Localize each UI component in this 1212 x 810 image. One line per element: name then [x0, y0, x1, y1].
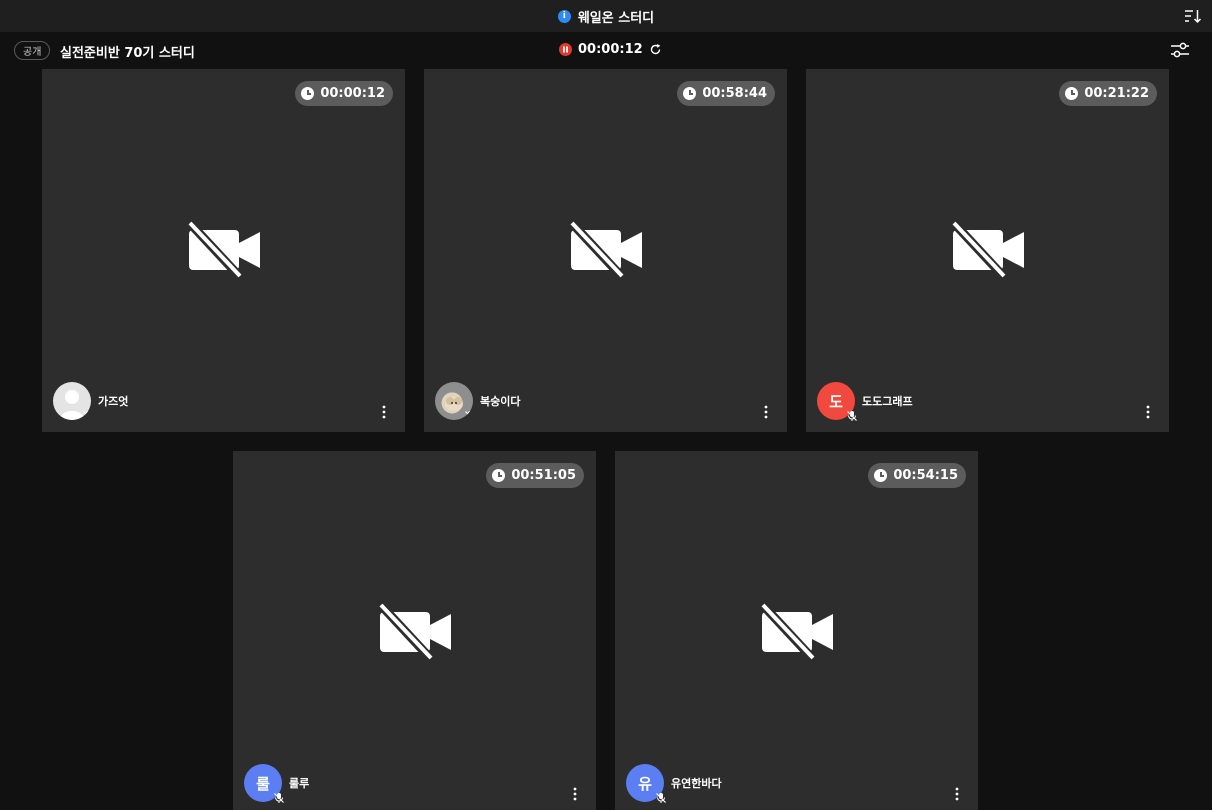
study-timer-badge: 00:00:12 — [295, 81, 393, 106]
more-options-icon[interactable] — [571, 787, 579, 801]
more-options-icon[interactable] — [1144, 405, 1152, 419]
more-options-icon[interactable] — [762, 405, 770, 419]
info-icon[interactable]: i — [557, 9, 571, 23]
clock-icon — [874, 469, 888, 482]
study-timer: 00:51:05 — [511, 468, 576, 483]
study-timer: 00:00:12 — [320, 86, 385, 101]
clock-icon — [1065, 87, 1079, 100]
avatar — [53, 382, 91, 420]
participant-tile-1[interactable]: 00:00:12 가즈엇 — [42, 69, 405, 432]
mic-off-icon — [656, 793, 666, 803]
participant-tile-4[interactable]: 00:51:05 룰 룰루 — [233, 451, 596, 810]
study-timer-badge: 00:58:44 — [677, 81, 775, 106]
room-header: 공개 실전준비반 70기 스터디 00:00:12 — [0, 32, 1212, 68]
window-title: 웨일온 스터디 — [577, 10, 655, 26]
avatar: 룰 — [244, 764, 284, 803]
study-timer: 00:58:44 — [702, 86, 767, 101]
refresh-icon[interactable] — [649, 43, 662, 56]
avatar-initial: 도 — [829, 392, 843, 411]
room-name: 실전준비반 70기 스터디 — [60, 46, 195, 61]
mic-off-icon — [465, 411, 473, 420]
more-options-icon[interactable] — [380, 405, 388, 419]
session-timer: 00:00:12 — [559, 42, 662, 57]
sort-icon[interactable] — [1184, 8, 1202, 24]
more-options-icon[interactable] — [953, 787, 961, 801]
clock-icon — [492, 469, 506, 482]
avatar — [435, 382, 473, 420]
participant-info: 복숭이다 — [435, 382, 520, 420]
participant-info: 도 도도그래프 — [817, 382, 913, 421]
clock-icon — [301, 87, 315, 100]
avatar: 유 — [626, 764, 666, 803]
participant-name: 복숭이다 — [480, 395, 521, 408]
study-timer: 00:21:22 — [1084, 86, 1149, 101]
title-bar: i 웨일온 스터디 — [0, 0, 1212, 32]
participant-tile-2[interactable]: 00:58:44 복숭이다 — [424, 69, 787, 432]
participant-info: 가즈엇 — [53, 382, 128, 420]
study-timer: 00:54:15 — [893, 468, 958, 483]
participant-name: 도도그래프 — [862, 395, 913, 408]
camera-off-icon — [568, 221, 642, 279]
avatar-initial: 룰 — [256, 774, 270, 793]
participant-name: 가즈엇 — [98, 395, 129, 408]
study-timer-badge: 00:54:15 — [868, 463, 966, 488]
participant-tile-3[interactable]: 00:21:22 도 도도그래프 — [806, 69, 1169, 432]
visibility-badge: 공개 — [14, 41, 51, 60]
session-time: 00:00:12 — [578, 42, 643, 57]
participant-name: 룰루 — [289, 777, 310, 790]
clock-icon — [683, 87, 697, 100]
participant-info: 유 유연한바다 — [626, 764, 722, 803]
participant-tile-5[interactable]: 00:54:15 유 유연한바다 — [615, 451, 978, 810]
pause-icon[interactable] — [559, 43, 572, 56]
camera-off-icon — [950, 221, 1024, 279]
camera-off-icon — [377, 603, 451, 661]
participant-info: 룰 룰루 — [244, 764, 310, 803]
study-timer-badge: 00:51:05 — [486, 463, 584, 488]
avatar-initial: 유 — [638, 774, 652, 793]
mic-off-icon — [83, 411, 91, 420]
settings-sliders-icon[interactable] — [1170, 42, 1190, 59]
camera-off-icon — [186, 221, 260, 279]
participant-name: 유연한바다 — [671, 777, 722, 790]
study-timer-badge: 00:21:22 — [1059, 81, 1157, 106]
mic-off-icon — [274, 793, 284, 803]
mic-off-icon — [847, 411, 857, 421]
avatar: 도 — [817, 382, 857, 421]
camera-off-icon — [759, 603, 833, 661]
window-title-wrap: i 웨일온 스터디 — [557, 7, 655, 26]
